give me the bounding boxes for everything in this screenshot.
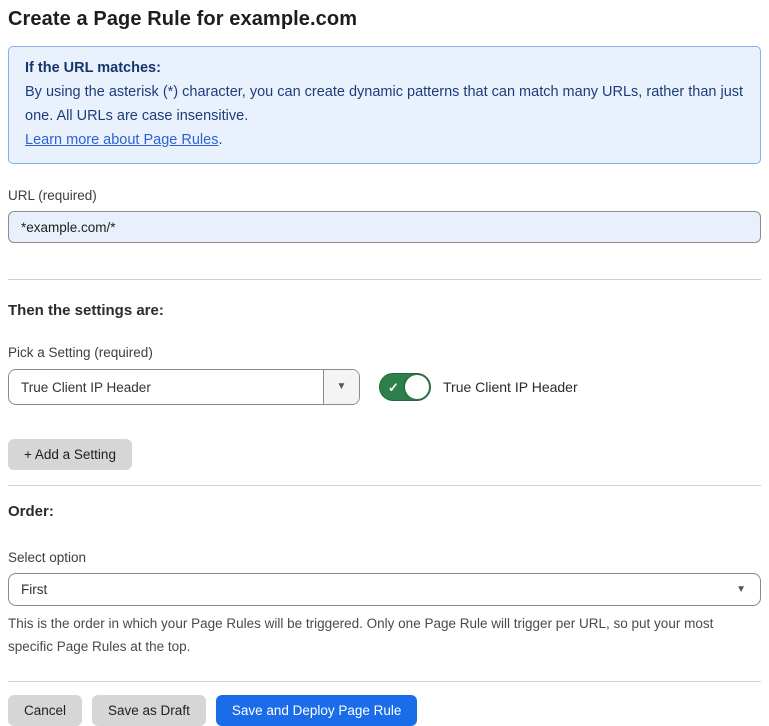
- settings-section-heading: Then the settings are:: [8, 302, 761, 319]
- chevron-down-icon: ▼: [736, 585, 746, 595]
- page-title: Create a Page Rule for example.com: [8, 8, 761, 31]
- setting-picker-dropdown[interactable]: True Client IP Header ▼: [8, 369, 360, 405]
- url-match-info-box: If the URL matches: By using the asteris…: [8, 46, 761, 164]
- chevron-down-icon: ▼: [337, 382, 347, 392]
- link-period: .: [218, 132, 222, 148]
- order-select-value: First: [21, 582, 736, 597]
- setting-row: True Client IP Header ▼ ✓ True Client IP…: [8, 369, 761, 405]
- page-rule-form: Create a Page Rule for example.com If th…: [0, 0, 769, 726]
- url-field-label: URL (required): [8, 188, 761, 203]
- order-select[interactable]: First ▼: [8, 573, 761, 606]
- section-divider-3: [8, 681, 761, 682]
- info-box-body: By using the asterisk (*) character, you…: [25, 80, 744, 128]
- footer-buttons: Cancel Save as Draft Save and Deploy Pag…: [8, 695, 761, 726]
- order-section-heading: Order:: [8, 503, 761, 520]
- save-and-deploy-button[interactable]: Save and Deploy Page Rule: [216, 695, 418, 726]
- url-input[interactable]: [8, 211, 761, 243]
- save-as-draft-button[interactable]: Save as Draft: [92, 695, 206, 726]
- cancel-button[interactable]: Cancel: [8, 695, 82, 726]
- order-select-label: Select option: [8, 550, 761, 565]
- setting-picker-arrow-box[interactable]: ▼: [323, 370, 359, 404]
- section-divider-1: [8, 279, 761, 280]
- setting-picker-value: True Client IP Header: [9, 370, 323, 404]
- section-divider-2: [8, 485, 761, 486]
- setting-picker-label: Pick a Setting (required): [8, 345, 761, 360]
- toggle-label: True Client IP Header: [443, 379, 578, 395]
- learn-more-link[interactable]: Learn more about Page Rules: [25, 132, 218, 148]
- toggle-knob: [405, 375, 429, 399]
- info-box-link-line: Learn more about Page Rules.: [25, 128, 744, 152]
- add-setting-button[interactable]: + Add a Setting: [8, 439, 132, 470]
- true-client-ip-toggle[interactable]: ✓: [379, 373, 431, 401]
- info-box-heading: If the URL matches:: [25, 56, 744, 80]
- order-help-text: This is the order in which your Page Rul…: [8, 612, 748, 658]
- check-icon: ✓: [388, 381, 399, 394]
